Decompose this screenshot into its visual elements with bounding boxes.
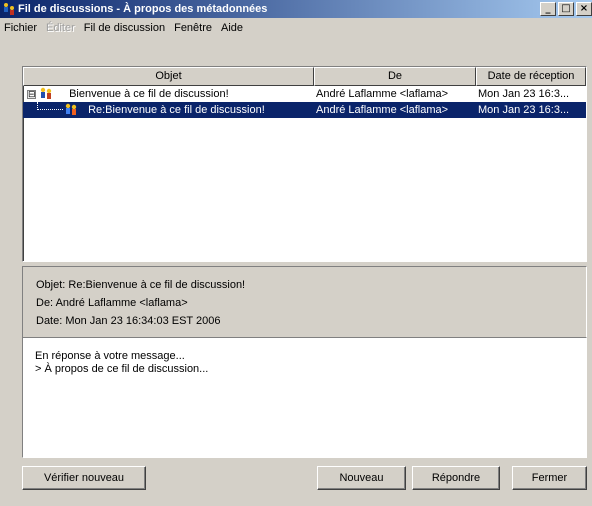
row-subject: Bienvenue à ce fil de discussion! — [69, 88, 229, 100]
table-header: Objet De Date de réception — [23, 67, 586, 86]
menu-fenetre[interactable]: Fenêtre — [170, 22, 217, 34]
maximize-button[interactable]: □ — [558, 2, 574, 16]
column-header-objet[interactable]: Objet — [23, 67, 314, 86]
message-node-icon — [63, 103, 79, 117]
row-date: Mon Jan 23 16:3... — [478, 104, 570, 116]
menu-editer[interactable]: Éditer — [42, 22, 80, 34]
row-subject-cell: Re:Bienvenue à ce fil de discussion! — [23, 102, 314, 118]
row-subject: Re:Bienvenue à ce fil de discussion! — [88, 104, 265, 116]
message-line: En réponse à votre message... — [35, 350, 185, 362]
message-table: Objet De Date de réception ⊟ Bienvenue à… — [22, 66, 587, 262]
title-bar[interactable]: Fil de discussions - À propos des métado… — [0, 0, 592, 18]
row-from: André Laflamme <laflama> — [316, 88, 449, 100]
app-icon — [2, 2, 16, 16]
column-header-de[interactable]: De — [314, 67, 476, 86]
menu-aide[interactable]: Aide — [217, 22, 248, 34]
tree-connector — [37, 102, 63, 110]
new-button[interactable]: Nouveau — [317, 466, 406, 490]
message-line: > À propos de ce fil de discussion... — [35, 363, 209, 375]
detail-subject: Objet: Re:Bienvenue à ce fil de discussi… — [36, 279, 246, 291]
row-date: Mon Jan 23 16:3... — [478, 88, 570, 100]
detail-from: De: André Laflamme <laflama> — [36, 297, 188, 309]
window-title: Fil de discussions - À propos des métado… — [18, 3, 268, 15]
check-new-button[interactable]: Vérifier nouveau — [22, 466, 146, 490]
close-button[interactable]: Fermer — [512, 466, 587, 490]
tree-collapse-toggle[interactable]: ⊟ — [27, 89, 36, 99]
column-header-date[interactable]: Date de réception — [476, 67, 586, 86]
row-from: André Laflamme <laflama> — [316, 104, 449, 116]
reply-button[interactable]: Répondre — [412, 466, 500, 490]
close-window-button[interactable]: × — [576, 2, 592, 16]
message-node-icon — [38, 87, 54, 101]
minimize-button[interactable]: _ — [540, 2, 556, 16]
table-row-selected[interactable]: Re:Bienvenue à ce fil de discussion! And… — [23, 102, 586, 118]
message-header-panel: Objet: Re:Bienvenue à ce fil de discussi… — [22, 266, 587, 338]
menu-fichier[interactable]: Fichier — [0, 22, 42, 34]
table-row[interactable]: ⊟ Bienvenue à ce fil de discussion! Andr… — [23, 86, 586, 102]
message-body[interactable]: En réponse à votre message... > À propos… — [22, 338, 587, 458]
menu-fil-de-discussion[interactable]: Fil de discussion — [80, 22, 170, 34]
menu-bar: Fichier Éditer Fil de discussion Fenêtre… — [0, 19, 248, 37]
detail-date: Date: Mon Jan 23 16:34:03 EST 2006 — [36, 315, 221, 327]
row-subject-cell: ⊟ Bienvenue à ce fil de discussion! — [23, 86, 314, 102]
